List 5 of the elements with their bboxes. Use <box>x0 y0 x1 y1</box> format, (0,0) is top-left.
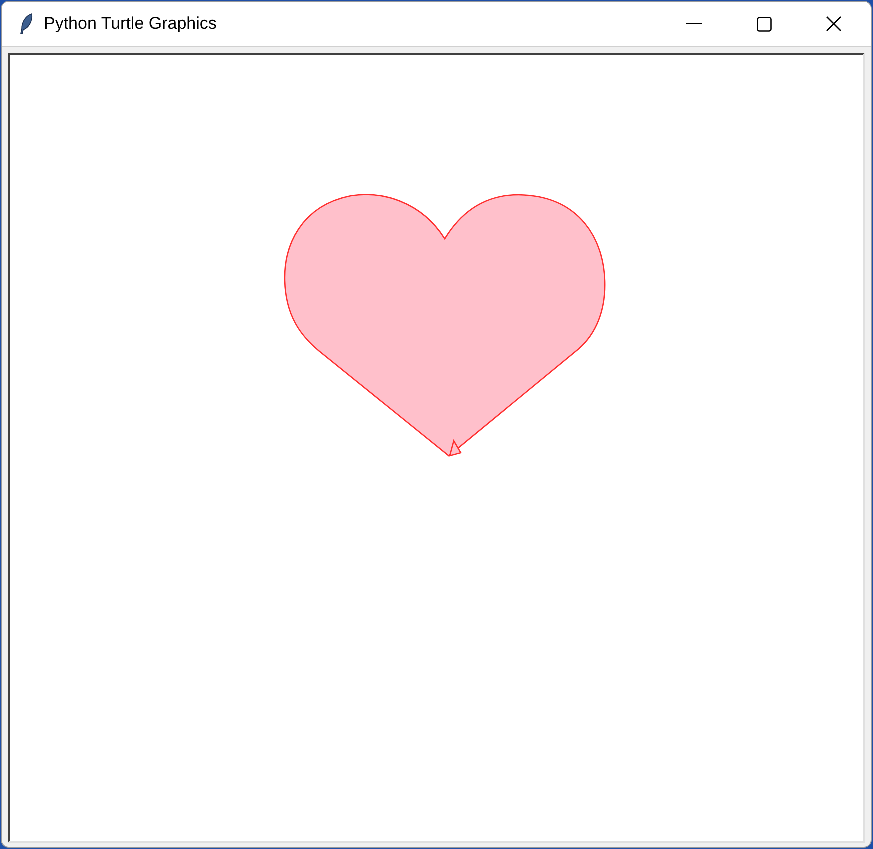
feather-icon <box>19 13 35 35</box>
window-title: Python Turtle Graphics <box>44 13 217 36</box>
minimize-icon <box>686 23 702 25</box>
maximize-icon <box>756 16 772 32</box>
close-icon <box>826 16 842 32</box>
